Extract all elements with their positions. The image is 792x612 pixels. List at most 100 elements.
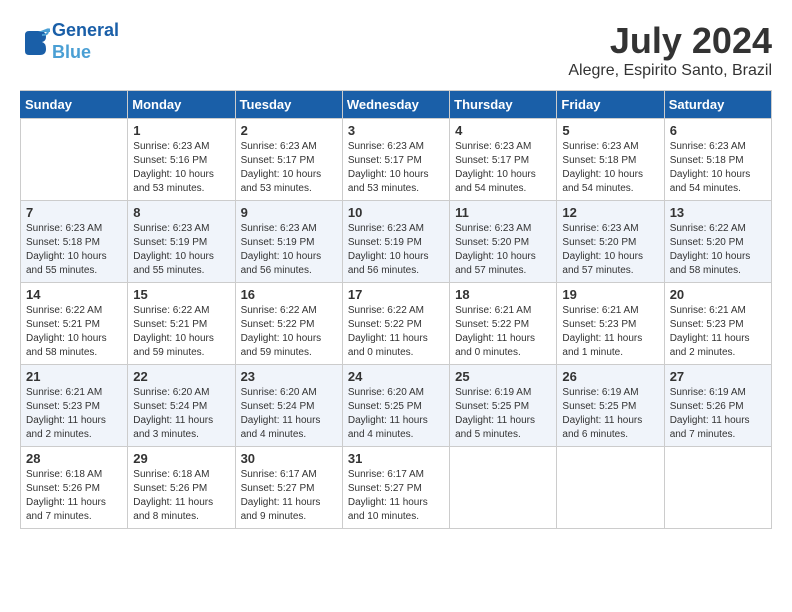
day-number: 29 — [133, 451, 229, 466]
cell-info: Sunrise: 6:22 AM Sunset: 5:21 PM Dayligh… — [133, 304, 229, 360]
cell-info: Sunrise: 6:23 AM Sunset: 5:17 PM Dayligh… — [241, 140, 337, 196]
day-number: 18 — [455, 287, 551, 302]
day-number: 16 — [241, 287, 337, 302]
cell-info: Sunrise: 6:23 AM Sunset: 5:20 PM Dayligh… — [562, 222, 658, 278]
day-number: 7 — [26, 205, 122, 220]
col-header-friday: Friday — [557, 91, 664, 119]
calendar-cell: 7Sunrise: 6:23 AM Sunset: 5:18 PM Daylig… — [21, 201, 128, 283]
cell-info: Sunrise: 6:20 AM Sunset: 5:24 PM Dayligh… — [133, 386, 229, 442]
cell-info: Sunrise: 6:22 AM Sunset: 5:22 PM Dayligh… — [241, 304, 337, 360]
calendar-cell: 9Sunrise: 6:23 AM Sunset: 5:19 PM Daylig… — [235, 201, 342, 283]
calendar-cell: 15 Sunrise: 6:22 AM Sunset: 5:21 PM Dayli… — [128, 283, 235, 365]
col-header-tuesday: Tuesday — [235, 91, 342, 119]
cell-info: Sunrise: 6:22 AM Sunset: 5:21 PM Dayligh… — [26, 304, 122, 360]
calendar-cell: 6 Sunrise: 6:23 AM Sunset: 5:18 PM Daylig… — [664, 119, 771, 201]
day-number: 20 — [670, 287, 766, 302]
calendar-cell: 10 Sunrise: 6:23 AM Sunset: 5:19 PM Dayli… — [342, 201, 449, 283]
cell-info: Sunrise: 6:23 AM Sunset: 5:16 PM Dayligh… — [133, 140, 229, 196]
day-number: 23 — [241, 369, 337, 384]
cell-info: Sunrise: 6:19 AM Sunset: 5:25 PM Dayligh… — [455, 386, 551, 442]
cell-info: Sunrise: 6:22 AM Sunset: 5:20 PM Dayligh… — [670, 222, 766, 278]
cell-info: Sunrise: 6:17 AM Sunset: 5:27 PM Dayligh… — [348, 468, 444, 524]
calendar-cell: 18 Sunrise: 6:21 AM Sunset: 5:22 PM Dayli… — [450, 283, 557, 365]
day-number: 27 — [670, 369, 766, 384]
calendar-cell: 21 Sunrise: 6:21 AM Sunset: 5:23 PM Dayli… — [21, 365, 128, 447]
day-number: 28 — [26, 451, 122, 466]
col-header-wednesday: Wednesday — [342, 91, 449, 119]
day-number: 12 — [562, 205, 658, 220]
calendar-cell: 4Sunrise: 6:23 AM Sunset: 5:17 PM Daylig… — [450, 119, 557, 201]
cell-info: Sunrise: 6:17 AM Sunset: 5:27 PM Dayligh… — [241, 468, 337, 524]
day-number: 3 — [348, 123, 444, 138]
cell-info: Sunrise: 6:21 AM Sunset: 5:22 PM Dayligh… — [455, 304, 551, 360]
calendar-cell: 12 Sunrise: 6:23 AM Sunset: 5:20 PM Dayli… — [557, 201, 664, 283]
cell-info: Sunrise: 6:22 AM Sunset: 5:22 PM Dayligh… — [348, 304, 444, 360]
page-header: General Blue July 2024 Alegre, Espirito … — [20, 20, 772, 80]
calendar-cell: 11Sunrise: 6:23 AM Sunset: 5:20 PM Dayli… — [450, 201, 557, 283]
day-number: 22 — [133, 369, 229, 384]
col-header-sunday: Sunday — [21, 91, 128, 119]
calendar-cell: 29Sunrise: 6:18 AM Sunset: 5:26 PM Dayli… — [128, 447, 235, 529]
week-row-2: 7Sunrise: 6:23 AM Sunset: 5:18 PM Daylig… — [21, 201, 772, 283]
calendar-cell: 1 Sunrise: 6:23 AM Sunset: 5:16 PM Daylig… — [128, 119, 235, 201]
calendar-cell — [557, 447, 664, 529]
calendar-cell: 31 Sunrise: 6:17 AM Sunset: 5:27 PM Dayli… — [342, 447, 449, 529]
col-header-thursday: Thursday — [450, 91, 557, 119]
day-number: 6 — [670, 123, 766, 138]
calendar-cell: 27 Sunrise: 6:19 AM Sunset: 5:26 PM Dayli… — [664, 365, 771, 447]
col-header-monday: Monday — [128, 91, 235, 119]
cell-info: Sunrise: 6:19 AM Sunset: 5:25 PM Dayligh… — [562, 386, 658, 442]
cell-info: Sunrise: 6:18 AM Sunset: 5:26 PM Dayligh… — [26, 468, 122, 524]
cell-info: Sunrise: 6:20 AM Sunset: 5:25 PM Dayligh… — [348, 386, 444, 442]
calendar-cell: 25Sunrise: 6:19 AM Sunset: 5:25 PM Dayli… — [450, 365, 557, 447]
calendar-cell — [450, 447, 557, 529]
title-block: July 2024 Alegre, Espirito Santo, Brazil — [568, 20, 772, 80]
calendar-cell: 17Sunrise: 6:22 AM Sunset: 5:22 PM Dayli… — [342, 283, 449, 365]
cell-info: Sunrise: 6:23 AM Sunset: 5:18 PM Dayligh… — [670, 140, 766, 196]
calendar-cell: 19 Sunrise: 6:21 AM Sunset: 5:23 PM Dayli… — [557, 283, 664, 365]
day-number: 15 — [133, 287, 229, 302]
calendar-cell: 16 Sunrise: 6:22 AM Sunset: 5:22 PM Dayli… — [235, 283, 342, 365]
calendar-cell: 24 Sunrise: 6:20 AM Sunset: 5:25 PM Dayli… — [342, 365, 449, 447]
col-header-saturday: Saturday — [664, 91, 771, 119]
cell-info: Sunrise: 6:23 AM Sunset: 5:19 PM Dayligh… — [241, 222, 337, 278]
calendar-cell: 14 Sunrise: 6:22 AM Sunset: 5:21 PM Dayli… — [21, 283, 128, 365]
cell-info: Sunrise: 6:21 AM Sunset: 5:23 PM Dayligh… — [562, 304, 658, 360]
day-number: 24 — [348, 369, 444, 384]
cell-info: Sunrise: 6:23 AM Sunset: 5:19 PM Dayligh… — [348, 222, 444, 278]
cell-info: Sunrise: 6:19 AM Sunset: 5:26 PM Dayligh… — [670, 386, 766, 442]
cell-info: Sunrise: 6:23 AM Sunset: 5:20 PM Dayligh… — [455, 222, 551, 278]
week-row-4: 21 Sunrise: 6:21 AM Sunset: 5:23 PM Dayli… — [21, 365, 772, 447]
day-number: 13 — [670, 205, 766, 220]
logo-icon — [20, 27, 50, 57]
day-number: 10 — [348, 205, 444, 220]
calendar-cell: 28 Sunrise: 6:18 AM Sunset: 5:26 PM Dayli… — [21, 447, 128, 529]
week-row-3: 14 Sunrise: 6:22 AM Sunset: 5:21 PM Dayli… — [21, 283, 772, 365]
calendar-cell: 3 Sunrise: 6:23 AM Sunset: 5:17 PM Daylig… — [342, 119, 449, 201]
calendar-cell: 22 Sunrise: 6:20 AM Sunset: 5:24 PM Dayli… — [128, 365, 235, 447]
logo-text: General Blue — [52, 20, 119, 63]
day-number: 26 — [562, 369, 658, 384]
calendar-cell: 5Sunrise: 6:23 AM Sunset: 5:18 PM Daylig… — [557, 119, 664, 201]
day-number: 30 — [241, 451, 337, 466]
cell-info: Sunrise: 6:23 AM Sunset: 5:17 PM Dayligh… — [348, 140, 444, 196]
day-number: 5 — [562, 123, 658, 138]
calendar-cell: 23Sunrise: 6:20 AM Sunset: 5:24 PM Dayli… — [235, 365, 342, 447]
calendar-cell: 26 Sunrise: 6:19 AM Sunset: 5:25 PM Dayli… — [557, 365, 664, 447]
day-number: 21 — [26, 369, 122, 384]
calendar-cell: 20Sunrise: 6:21 AM Sunset: 5:23 PM Dayli… — [664, 283, 771, 365]
calendar-cell: 2Sunrise: 6:23 AM Sunset: 5:17 PM Daylig… — [235, 119, 342, 201]
logo: General Blue — [20, 20, 119, 63]
day-number: 14 — [26, 287, 122, 302]
cell-info: Sunrise: 6:23 AM Sunset: 5:19 PM Dayligh… — [133, 222, 229, 278]
week-row-1: 1 Sunrise: 6:23 AM Sunset: 5:16 PM Daylig… — [21, 119, 772, 201]
day-number: 31 — [348, 451, 444, 466]
calendar-cell — [664, 447, 771, 529]
day-number: 1 — [133, 123, 229, 138]
calendar-cell: 13 Sunrise: 6:22 AM Sunset: 5:20 PM Dayli… — [664, 201, 771, 283]
day-number: 8 — [133, 205, 229, 220]
day-number: 19 — [562, 287, 658, 302]
calendar-table: SundayMondayTuesdayWednesdayThursdayFrid… — [20, 90, 772, 529]
header-row: SundayMondayTuesdayWednesdayThursdayFrid… — [21, 91, 772, 119]
cell-info: Sunrise: 6:21 AM Sunset: 5:23 PM Dayligh… — [26, 386, 122, 442]
